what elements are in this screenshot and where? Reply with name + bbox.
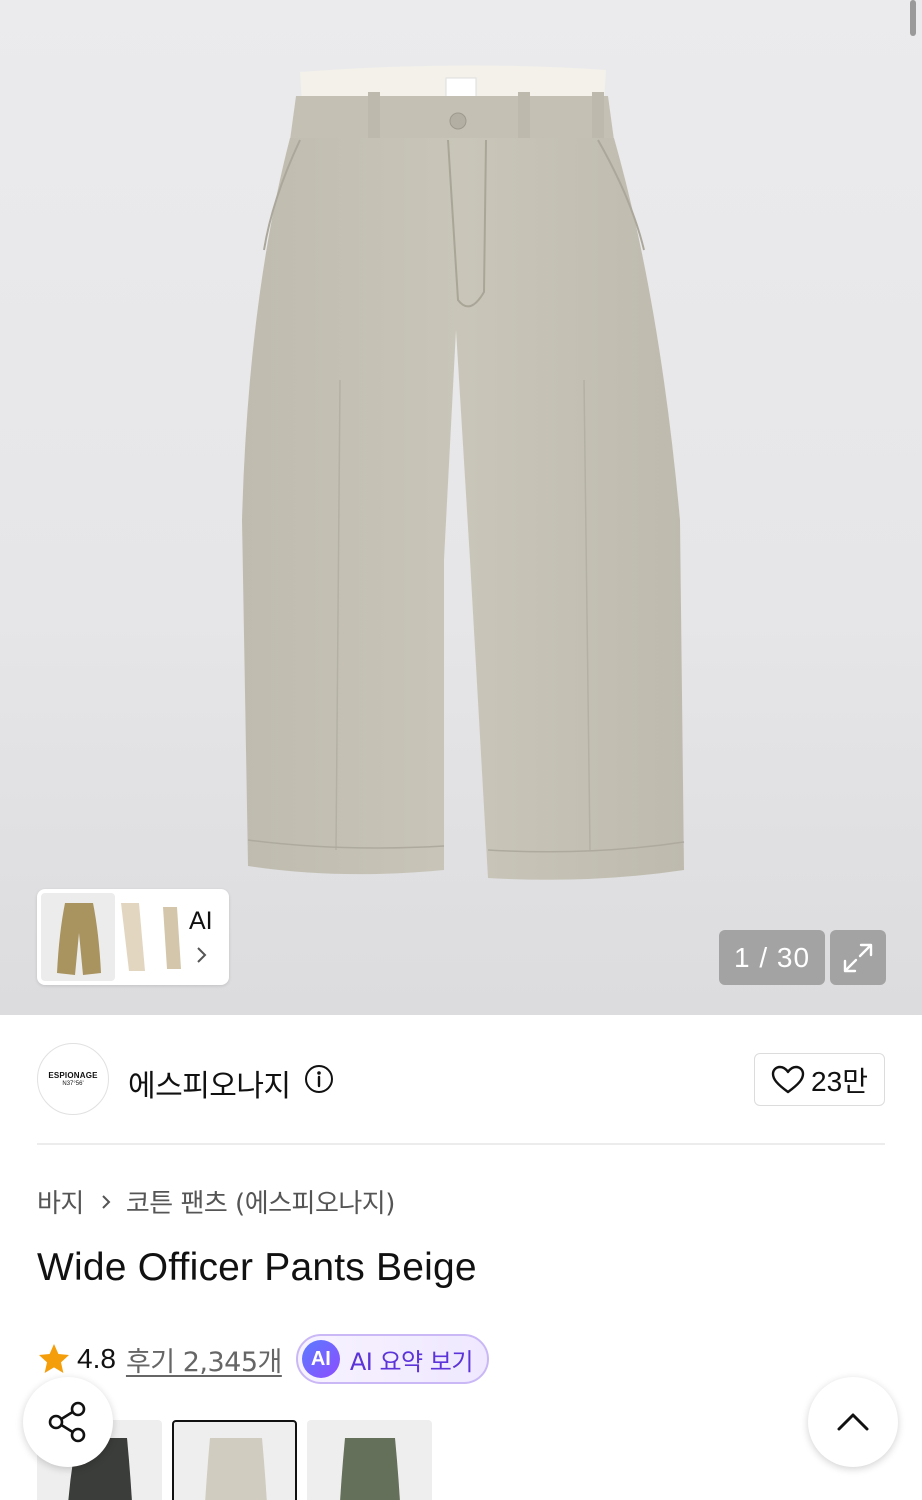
ai-summary-label: AI 요약 보기 [349, 1347, 474, 1376]
expand-image-button[interactable] [830, 930, 886, 985]
chevron-right-icon [197, 947, 207, 963]
like-button[interactable]: 23만 [754, 1053, 885, 1106]
rating-row: 4.8 후기 2,345개 AI AI 요약 보기 [37, 1334, 489, 1384]
heart-icon [771, 1065, 805, 1093]
brand-row: ESPIONAGE N37°56' 에스피오나지 23만 [37, 1043, 885, 1115]
star-icon [39, 1344, 69, 1373]
brand-logo-subtext: N37°56' [62, 1081, 84, 1087]
share-icon [48, 1401, 86, 1443]
info-icon[interactable] [303, 1063, 335, 1095]
breadcrumb-item-pants[interactable]: 바지 [37, 1183, 84, 1220]
section-divider [37, 1143, 885, 1145]
reviews-link[interactable]: 후기 2,345개 [126, 1340, 282, 1379]
like-count: 23만 [811, 1065, 868, 1097]
product-image-gallery[interactable]: AI 1 / 30 [0, 0, 922, 1015]
product-image [242, 65, 685, 880]
chevron-right-icon [102, 1194, 111, 1209]
ai-thumbnails-label: AI [189, 907, 213, 935]
ai-thumbnail-2 [121, 903, 145, 971]
ai-summary-button[interactable]: AI AI 요약 보기 [295, 1334, 489, 1384]
ai-styling-thumbnails[interactable]: AI [37, 889, 229, 985]
share-button[interactable] [23, 1377, 113, 1467]
scroll-top-button[interactable] [808, 1377, 898, 1467]
color-option-beige[interactable] [172, 1420, 297, 1500]
expand-icon [843, 943, 873, 972]
image-page-counter: 1 / 30 [719, 930, 825, 985]
chevron-up-icon [837, 1413, 869, 1431]
ai-thumbnail-main [41, 893, 115, 981]
brand-logo-text: ESPIONAGE [48, 1071, 98, 1080]
page-scrollbar[interactable] [910, 0, 916, 36]
brand-name[interactable]: 에스피오나지 [128, 1061, 291, 1105]
breadcrumb: 바지 코튼 팬츠 (에스피오나지) [37, 1183, 395, 1220]
breadcrumb-item-cotton-pants[interactable]: 코튼 팬츠 (에스피오나지) [126, 1183, 396, 1220]
rating-value: 4.8 [77, 1343, 116, 1374]
ai-badge-icon: AI [301, 1340, 340, 1378]
product-title: Wide Officer Pants Beige [37, 1246, 477, 1289]
brand-logo[interactable]: ESPIONAGE N37°56' [37, 1043, 109, 1115]
color-option-olive[interactable] [307, 1420, 432, 1500]
